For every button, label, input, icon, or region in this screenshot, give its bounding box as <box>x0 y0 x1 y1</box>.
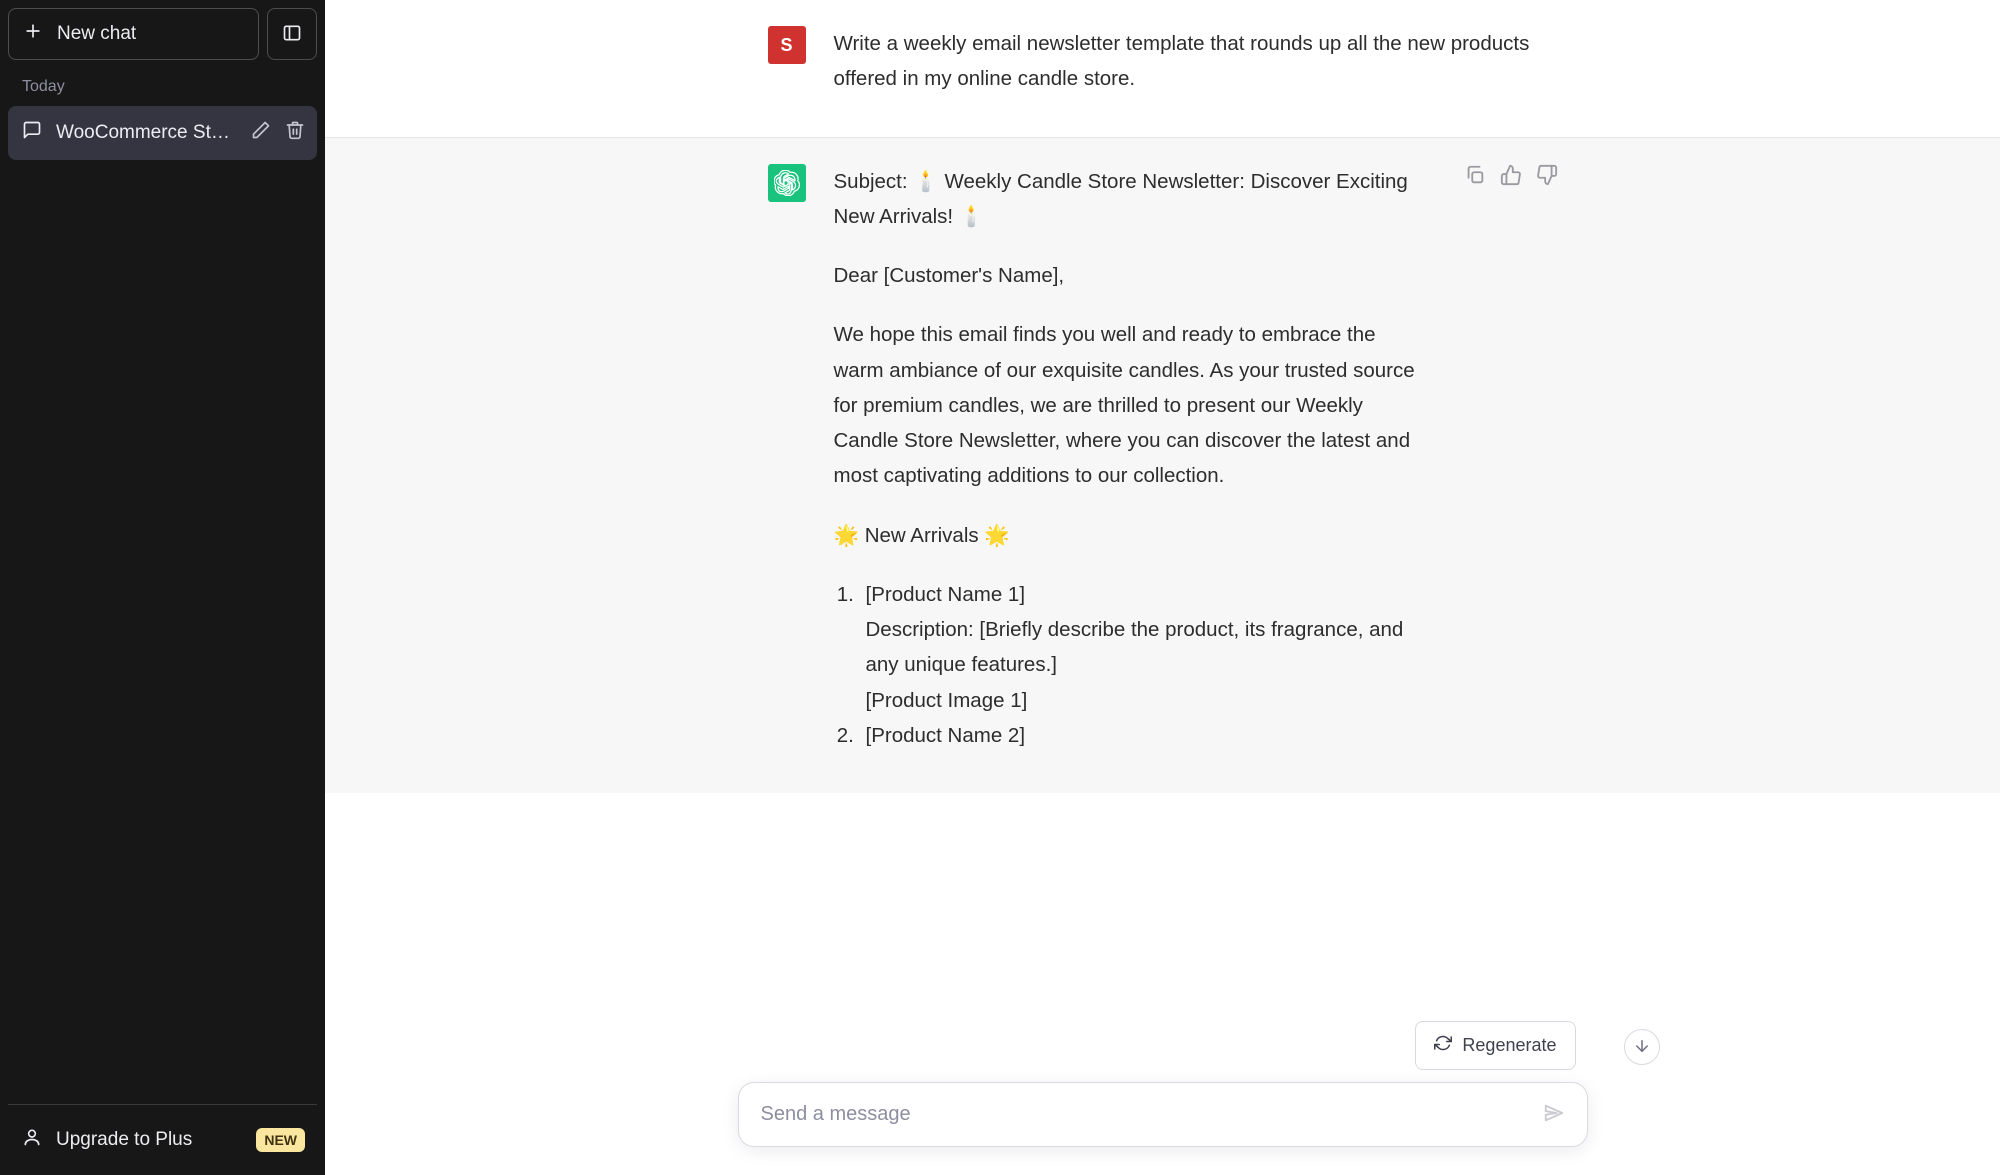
assistant-message-content: Subject: 🕯️ Weekly Candle Store Newslett… <box>834 164 1426 754</box>
sidebar-icon <box>282 23 302 46</box>
send-button[interactable] <box>1536 1097 1572 1133</box>
assistant-product-list: [Product Name 1] Description: [Briefly d… <box>834 577 1426 753</box>
user-avatar-initial: S <box>780 35 792 56</box>
regenerate-button[interactable]: Regenerate <box>1415 1021 1575 1070</box>
message-input[interactable] <box>738 1082 1588 1147</box>
list-item: [Product Name 1] Description: [Briefly d… <box>860 577 1426 718</box>
new-chat-label: New chat <box>57 23 136 45</box>
delete-chat-button[interactable] <box>285 120 305 146</box>
list-item: [Product Name 2] <box>860 718 1426 753</box>
message-assistant: Subject: 🕯️ Weekly Candle Store Newslett… <box>325 138 2000 794</box>
new-badge: NEW <box>256 1128 305 1152</box>
assistant-actions <box>1464 164 1558 754</box>
conversation[interactable]: S Write a weekly email newsletter templa… <box>325 0 2000 1175</box>
assistant-intro: We hope this email finds you well and re… <box>834 317 1426 493</box>
assistant-avatar <box>768 164 806 202</box>
product-name: [Product Name 2] <box>866 718 1426 753</box>
assistant-greeting: Dear [Customer's Name], <box>834 258 1426 293</box>
product-name: [Product Name 1] <box>866 577 1426 612</box>
divider <box>8 1104 317 1105</box>
sidebar-toggle-button[interactable] <box>267 8 317 60</box>
user-avatar: S <box>768 26 806 64</box>
composer <box>738 1082 1588 1147</box>
input-area: Regenerate <box>325 1001 2000 1175</box>
scroll-to-bottom-button[interactable] <box>1624 1029 1660 1065</box>
assistant-section-heading: 🌟 New Arrivals 🌟 <box>834 518 1426 553</box>
openai-logo-icon <box>774 170 800 196</box>
thumbs-up-button[interactable] <box>1500 164 1522 754</box>
assistant-subject: Subject: 🕯️ Weekly Candle Store Newslett… <box>834 164 1426 235</box>
send-icon <box>1543 1102 1565 1127</box>
user-message-text: Write a weekly email newsletter template… <box>834 26 1558 97</box>
regenerate-label: Regenerate <box>1462 1035 1556 1056</box>
sidebar-section-label: Today <box>8 60 317 106</box>
arrow-down-icon <box>1633 1037 1651 1058</box>
thumbs-down-button[interactable] <box>1536 164 1558 754</box>
product-desc: Description: [Briefly describe the produ… <box>866 612 1426 683</box>
main: S Write a weekly email newsletter templa… <box>325 0 2000 1175</box>
chat-icon <box>22 120 42 146</box>
refresh-icon <box>1434 1034 1452 1057</box>
copy-button[interactable] <box>1464 164 1486 754</box>
sidebar: New chat Today WooCommerce Store <box>0 0 325 1175</box>
edit-chat-button[interactable] <box>251 120 271 146</box>
chat-item[interactable]: WooCommerce Store <box>8 106 317 160</box>
plus-icon <box>23 21 43 47</box>
upgrade-button[interactable]: Upgrade to Plus NEW <box>8 1113 317 1167</box>
message-user: S Write a weekly email newsletter templa… <box>325 0 2000 138</box>
chat-item-title: WooCommerce Store <box>56 122 237 144</box>
chat-list: WooCommerce Store <box>8 106 317 1096</box>
product-image-placeholder: [Product Image 1] <box>866 683 1426 718</box>
new-chat-button[interactable]: New chat <box>8 8 259 60</box>
user-icon <box>22 1127 42 1153</box>
upgrade-label: Upgrade to Plus <box>56 1129 192 1151</box>
